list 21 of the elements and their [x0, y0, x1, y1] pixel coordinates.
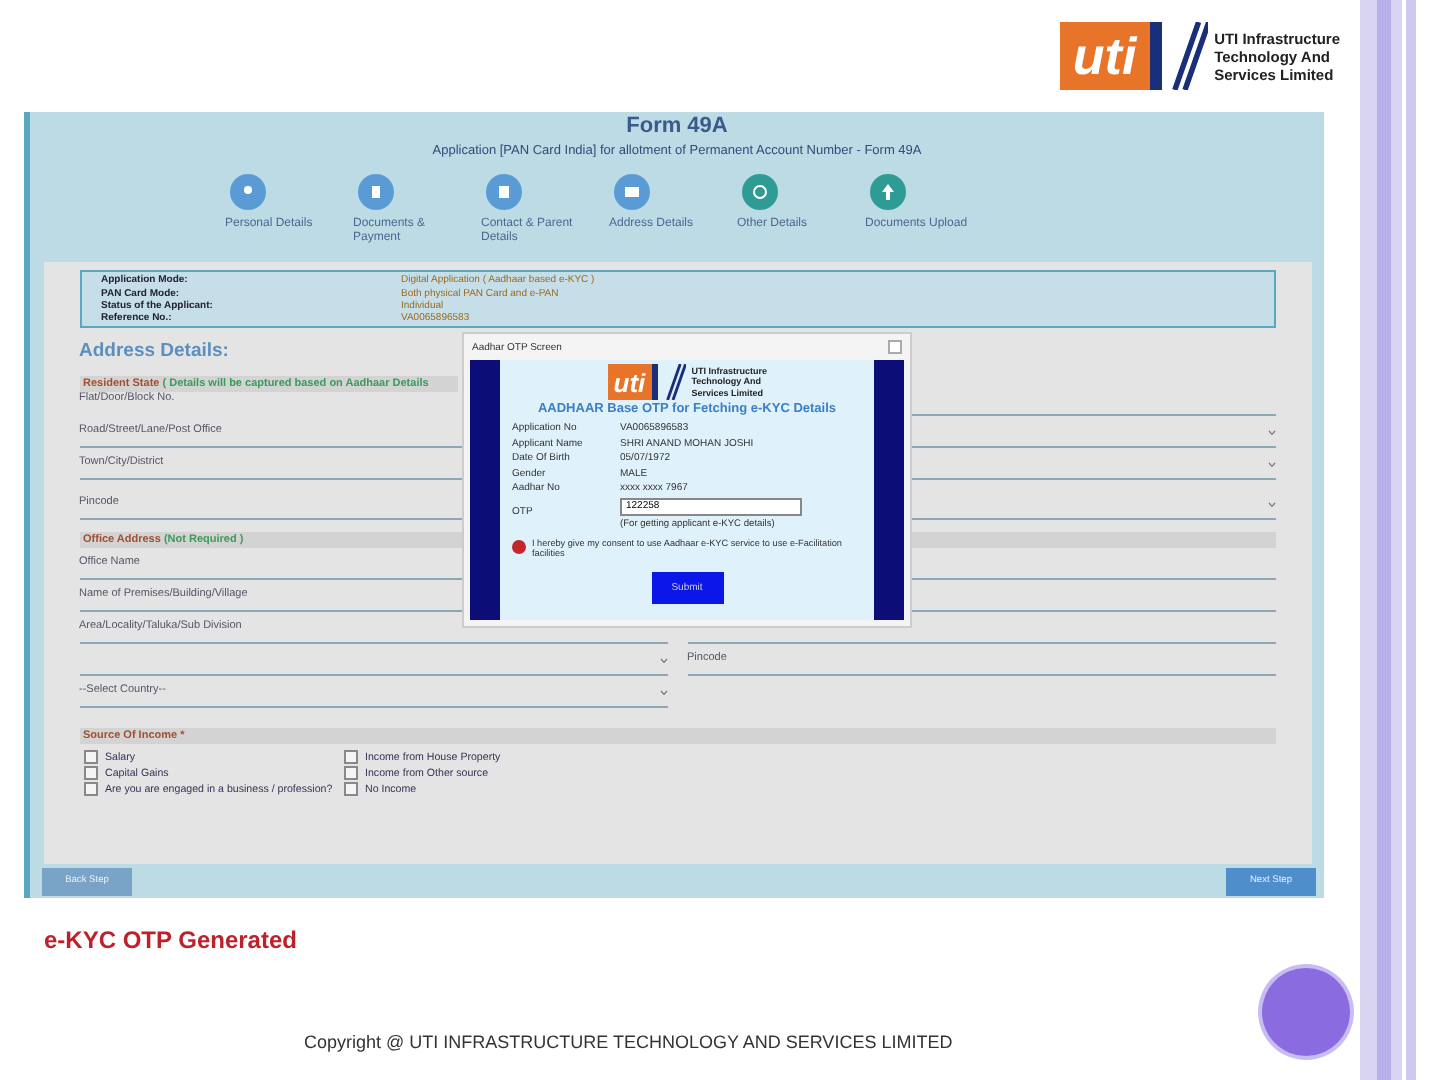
close-button[interactable] — [888, 340, 902, 354]
logo-mark: uti — [607, 364, 658, 400]
section-heading: Address Details: — [79, 340, 229, 363]
step-circle[interactable] — [485, 174, 521, 210]
step-circle[interactable] — [613, 174, 649, 210]
chevron-icon — [1267, 462, 1275, 469]
step-circle[interactable] — [357, 174, 393, 210]
step-circle[interactable] — [869, 174, 905, 210]
chevron-icon — [659, 658, 667, 665]
step-circle[interactable] — [741, 174, 777, 210]
slash-stripes-icon — [663, 364, 686, 400]
form-title: Form 49A — [626, 114, 728, 138]
copyright-text: Copyright @ UTI INFRASTRUCTURE TECHNOLOGY AND SERVICES LIMITED — [304, 1032, 955, 1052]
step-circle[interactable] — [229, 174, 265, 210]
chevron-icon — [1267, 430, 1275, 437]
chevron-icon — [659, 690, 667, 697]
decorative-circle — [1262, 968, 1350, 1056]
slash-stripes-icon — [1167, 22, 1209, 90]
slide-caption: e-KYC OTP Generated — [44, 926, 299, 954]
logo-mark: uti — [1059, 21, 1162, 91]
chevron-icon — [1267, 502, 1275, 509]
